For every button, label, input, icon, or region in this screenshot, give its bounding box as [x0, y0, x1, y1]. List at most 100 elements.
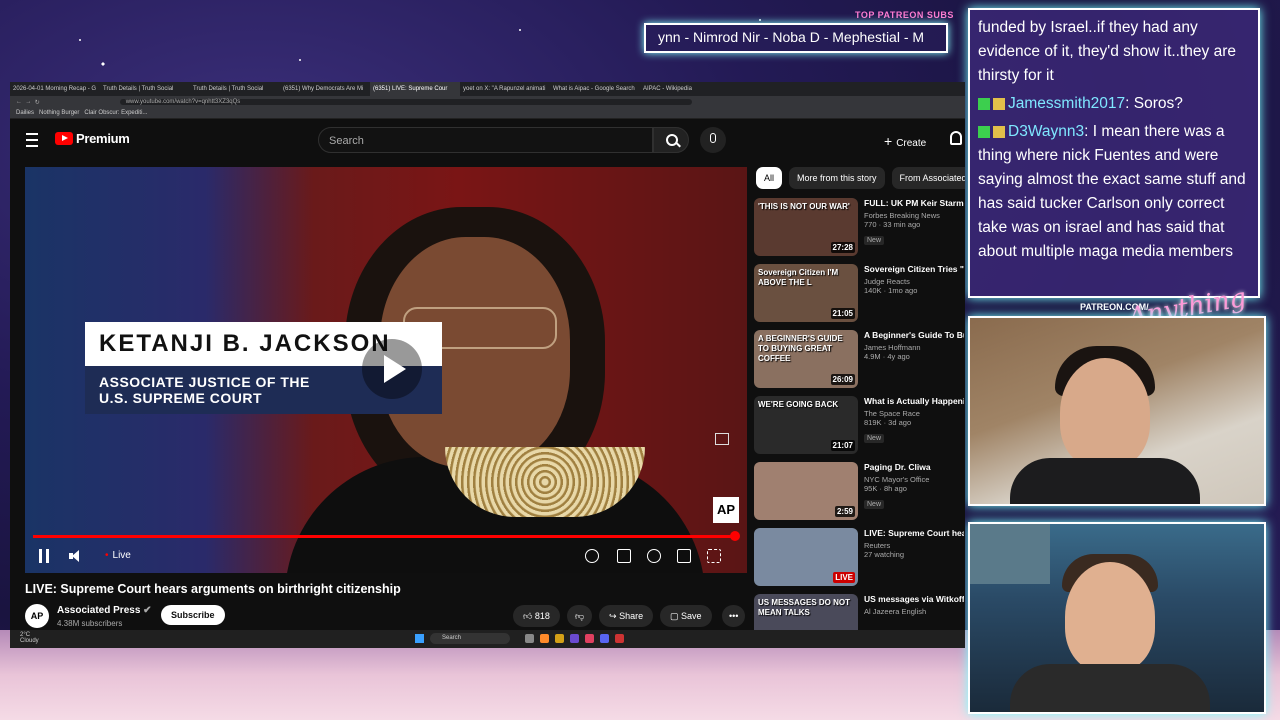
recommendation-item[interactable]: WE'RE GOING BACK 21:07 What is Actually Ha… [754, 396, 964, 462]
recommendation-meta: 770 · 33 min ago [864, 220, 921, 229]
search-icon[interactable] [653, 127, 689, 153]
browser-tab[interactable]: yoet on X: "A Rapunzel animati [460, 82, 550, 96]
chip-from-associated-press[interactable]: From Associated P [891, 167, 965, 189]
play-icon[interactable] [362, 339, 422, 399]
progress-fill [33, 535, 736, 538]
windows-start-icon[interactable] [415, 634, 424, 643]
browser-tab[interactable]: Truth Details | Truth Social [190, 82, 280, 96]
bookmark-item[interactable]: Nothing Burger [39, 110, 79, 116]
captions-icon[interactable] [617, 549, 631, 563]
create-button[interactable]: + Create [884, 133, 926, 149]
settings-gear-icon[interactable] [647, 549, 661, 563]
video-thumbnail[interactable]: 'THIS IS NOT OUR WAR' 27:28 [754, 198, 858, 256]
recommendation-title[interactable]: Paging Dr. Cliwa [864, 462, 964, 473]
recommendation-item[interactable]: 'THIS IS NOT OUR WAR' 27:28 FULL: UK PM Ke… [754, 198, 964, 264]
autoplay-toggle-icon[interactable] [585, 549, 599, 563]
video-thumbnail[interactable]: A BEGINNER'S GUIDE TO BUYING GREAT COFFE… [754, 330, 858, 388]
webcam-2-shirt [1010, 664, 1210, 712]
recommendation-item[interactable]: Sovereign Citizen I'M ABOVE THE L 21:05 So… [754, 264, 964, 330]
browser-window: 2026-04-01 Morning Recap - G Truth Detai… [10, 82, 965, 648]
browser-tab[interactable]: (6351) Why Democrats Are Mi [280, 82, 370, 96]
youtube-logo[interactable]: Premium [55, 131, 130, 146]
progress-scrubber[interactable] [730, 531, 741, 541]
recommendation-item[interactable]: 2:59 Paging Dr. Cliwa NYC Mayor's Office 95… [754, 462, 964, 528]
app-icon[interactable] [585, 634, 594, 643]
youtube-header: Premium Search + Create [10, 119, 965, 163]
fullscreen-icon[interactable] [707, 549, 721, 563]
patreon-names: ynn - Nimrod Nir - Noba D - Mephestial -… [658, 29, 925, 45]
file-explorer-icon[interactable] [555, 634, 564, 643]
reload-icon[interactable]: ↻ [35, 99, 40, 106]
forward-icon[interactable]: → [25, 99, 31, 105]
video-thumbnail[interactable]: Sovereign Citizen I'M ABOVE THE L 21:05 [754, 264, 858, 322]
task-view-icon[interactable] [525, 634, 534, 643]
volume-icon[interactable] [69, 549, 81, 563]
hamburger-menu-icon[interactable] [26, 133, 38, 147]
recommendation-title[interactable]: A Beginner's Guide To Buying Great Coffe… [864, 330, 964, 341]
browser-tab[interactable]: 2026-04-01 Morning Recap - G [10, 82, 100, 96]
channel-avatar[interactable]: AP [25, 604, 49, 628]
recommendation-channel[interactable]: Reuters [864, 541, 964, 550]
progress-bar[interactable] [33, 531, 741, 541]
browser-tab[interactable]: Truth Details | Truth Social [100, 82, 190, 96]
recommendation-channel[interactable]: James Hoffmann [864, 343, 964, 352]
url-field[interactable]: www.youtube.com/watch?v=qnhtt3XZ3qQs [119, 99, 692, 105]
search-input[interactable]: Search [318, 127, 653, 153]
recommendation-item[interactable]: A BEGINNER'S GUIDE TO BUYING GREAT COFFE… [754, 330, 964, 396]
duration-badge: 26:09 [830, 374, 855, 385]
recommendation-channel[interactable]: Judge Reacts [864, 277, 964, 286]
notifications-bell-icon[interactable] [950, 131, 962, 145]
discord-icon[interactable] [600, 634, 609, 643]
recommendation-channel[interactable]: NYC Mayor's Office [864, 475, 964, 484]
theater-mode-icon[interactable] [677, 549, 691, 563]
chip-all[interactable]: All [756, 167, 783, 189]
recommendation-info: Paging Dr. Cliwa NYC Mayor's Office 95K · … [864, 462, 964, 528]
browser-tab[interactable]: AIPAC - Wikipedia [640, 82, 730, 96]
recommendation-title[interactable]: LIVE: Supreme Court hears Trump bid to l… [864, 528, 964, 539]
bookmark-item[interactable]: Dailies [16, 110, 34, 116]
share-icon: ↪ [609, 611, 617, 621]
recommendation-channel[interactable]: Al Jazeera English [864, 607, 964, 616]
like-count: 818 [534, 611, 550, 621]
new-badge: New [864, 500, 885, 509]
duration-badge: LIVE [833, 572, 855, 583]
recommendation-channel[interactable]: Forbes Breaking News [864, 211, 964, 220]
browser-tab-active[interactable]: (6351) LIVE: Supreme Cour [370, 82, 460, 96]
recommendation-title[interactable]: US messages via Witkoff intermediaries a… [864, 594, 964, 605]
chat-text: funded by Israel..if they had any eviden… [978, 19, 1236, 84]
browser-tab[interactable]: What is Aipac - Google Search [550, 82, 640, 96]
subscribe-button[interactable]: Subscribe [161, 605, 225, 625]
live-indicator[interactable]: Live [105, 549, 131, 563]
firefox-icon[interactable] [540, 634, 549, 643]
recommendation-item[interactable]: LIVE LIVE: Supreme Court hears Trump bid … [754, 528, 964, 594]
chip-more-from-story[interactable]: More from this story [789, 167, 885, 189]
duration-badge: 21:07 [830, 440, 855, 451]
video-thumbnail[interactable]: LIVE [754, 528, 858, 586]
bookmark-item[interactable]: Clair Obscur: Expediti... [84, 110, 147, 116]
recommendation-title[interactable]: What is Actually Happening with Artemis … [864, 396, 964, 407]
share-button[interactable]: ↪ Share [599, 605, 654, 627]
more-actions-button[interactable]: ••• [722, 605, 746, 627]
recommendation-title[interactable]: FULL: UK PM Keir Starmer Holds Press Bri… [864, 198, 964, 209]
video-thumbnail[interactable]: 2:59 [754, 462, 858, 520]
chat-text: : I mean there was a thing where nick Fu… [978, 123, 1246, 260]
pause-icon[interactable] [39, 549, 49, 563]
like-button[interactable]: 👍︎ 818 [513, 605, 560, 627]
miniplayer-icon[interactable] [715, 433, 729, 445]
channel-name[interactable]: Associated Press ✔ [57, 605, 152, 616]
taskbar-search[interactable]: Search [430, 633, 510, 644]
recommendations-list: 'THIS IS NOT OUR WAR' 27:28 FULL: UK PM Ke… [754, 198, 964, 648]
obs-icon[interactable] [615, 634, 624, 643]
dislike-button[interactable]: 👎︎ [567, 605, 593, 627]
app-icon[interactable] [570, 634, 579, 643]
video-thumbnail[interactable]: WE'RE GOING BACK 21:07 [754, 396, 858, 454]
weather-widget[interactable]: 2°C Cloudy [20, 632, 39, 644]
save-button[interactable]: ▢ Save [660, 605, 712, 627]
sub-badge-icon [993, 125, 1005, 138]
video-player[interactable]: KETANJI B. JACKSON ASSOCIATE JUSTICE OF … [25, 167, 747, 573]
back-icon[interactable]: ← [16, 99, 22, 105]
recommendation-channel[interactable]: The Space Race [864, 409, 964, 418]
ap-watermark-logo: AP [713, 497, 739, 523]
recommendation-title[interactable]: Sovereign Citizen Tries "No Jurisdiction… [864, 264, 964, 275]
microphone-icon[interactable] [700, 127, 726, 153]
